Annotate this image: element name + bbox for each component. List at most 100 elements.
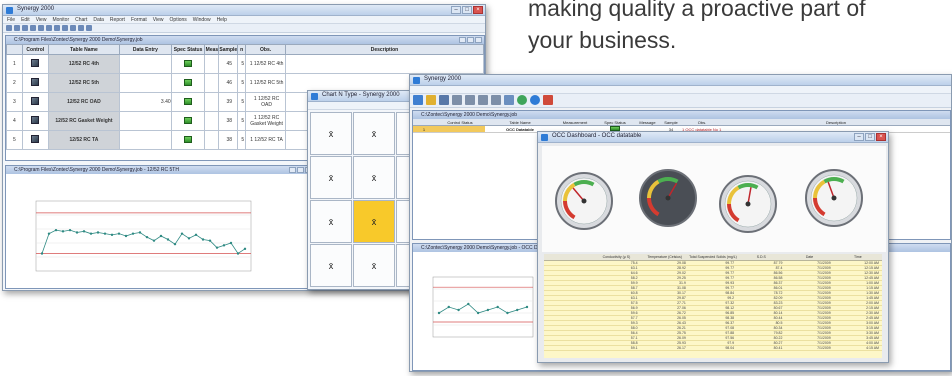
data-point[interactable] bbox=[47, 232, 51, 235]
data-point[interactable] bbox=[75, 231, 79, 234]
data-point[interactable] bbox=[194, 233, 198, 237]
chart-icon[interactable] bbox=[31, 59, 40, 67]
menu-item-3[interactable]: Monitor bbox=[52, 16, 69, 23]
data-point[interactable] bbox=[222, 244, 226, 247]
data-point[interactable] bbox=[506, 311, 509, 315]
menu-item-11[interactable]: Help bbox=[217, 16, 227, 23]
data-point[interactable] bbox=[437, 311, 441, 315]
data-col-header-1[interactable]: Conductivity (μ S) bbox=[592, 254, 640, 260]
help-icon[interactable] bbox=[86, 25, 92, 31]
paste-icon[interactable] bbox=[54, 25, 60, 31]
data-col-header-0[interactable] bbox=[544, 254, 592, 260]
data-entry[interactable] bbox=[119, 54, 172, 74]
maximize-button[interactable]: □ bbox=[462, 6, 472, 14]
r-info-icon[interactable] bbox=[530, 95, 540, 105]
r-next-icon[interactable] bbox=[478, 95, 488, 105]
data-row[interactable]: 59.1 26.17 98.04 80.41 7/1/2009 4:15 AM bbox=[544, 346, 882, 351]
data-col-header-4[interactable]: S.D.S bbox=[737, 254, 785, 260]
chart-icon[interactable] bbox=[31, 135, 40, 143]
data-point[interactable] bbox=[467, 302, 470, 306]
save-icon[interactable] bbox=[22, 25, 28, 31]
col-header-6[interactable]: Sample bbox=[218, 44, 239, 55]
chart-type-tile[interactable]: x̄ bbox=[353, 112, 395, 155]
data-point[interactable] bbox=[476, 311, 480, 315]
chart-icon[interactable] bbox=[31, 116, 40, 124]
menu-item-7[interactable]: Format bbox=[131, 16, 147, 23]
chart-min-button[interactable] bbox=[289, 167, 296, 173]
right-control-chart[interactable] bbox=[413, 253, 543, 371]
menu-item-6[interactable]: Report bbox=[110, 16, 125, 23]
menu-item-8[interactable]: View bbox=[153, 16, 164, 23]
data-col-header-6[interactable]: Time bbox=[834, 254, 882, 260]
data-point[interactable] bbox=[236, 252, 240, 255]
r-gauge-icon[interactable] bbox=[543, 95, 553, 105]
col-header-4[interactable]: Spec Status bbox=[170, 44, 206, 55]
new-icon[interactable] bbox=[6, 25, 12, 31]
chart-icon[interactable] bbox=[62, 25, 68, 31]
table-icon[interactable] bbox=[70, 25, 76, 31]
copy-icon[interactable] bbox=[46, 25, 52, 31]
control-chart[interactable] bbox=[6, 175, 314, 289]
menu-item-10[interactable]: Window bbox=[193, 16, 211, 23]
data-point[interactable] bbox=[229, 241, 233, 245]
chart-type-tile[interactable]: x̄ bbox=[310, 244, 352, 287]
data-entry[interactable] bbox=[119, 73, 172, 93]
data-point[interactable] bbox=[187, 237, 191, 240]
data-point[interactable] bbox=[215, 246, 219, 249]
chart-type-tile[interactable]: x̄ bbox=[353, 200, 395, 243]
data-point[interactable] bbox=[145, 235, 149, 239]
data-col-header-5[interactable]: Date bbox=[785, 254, 833, 260]
r-last-icon[interactable] bbox=[491, 95, 501, 105]
data-entry[interactable]: 3.40 bbox=[119, 92, 172, 112]
data-point[interactable] bbox=[496, 305, 499, 309]
data-point[interactable] bbox=[173, 242, 177, 246]
col-header-9[interactable]: Description bbox=[284, 44, 485, 55]
data-point[interactable] bbox=[457, 308, 460, 312]
col-header-0[interactable] bbox=[6, 44, 23, 55]
data-point[interactable] bbox=[516, 308, 519, 312]
chart-type-tile[interactable]: x̄ bbox=[310, 156, 352, 199]
data-point[interactable] bbox=[82, 230, 86, 233]
open-icon[interactable] bbox=[14, 25, 20, 31]
r-save-icon[interactable] bbox=[439, 95, 449, 105]
data-point[interactable] bbox=[447, 305, 450, 309]
data-point[interactable] bbox=[68, 228, 72, 232]
sub-min-button[interactable] bbox=[459, 37, 466, 43]
r-prev-icon[interactable] bbox=[465, 95, 475, 105]
menu-item-0[interactable]: File bbox=[7, 16, 15, 23]
cut-icon[interactable] bbox=[38, 25, 44, 31]
col-header-5[interactable]: Meas bbox=[204, 44, 220, 55]
data-point[interactable] bbox=[131, 232, 135, 235]
data-point[interactable] bbox=[525, 305, 529, 309]
menu-item-1[interactable]: Edit bbox=[21, 16, 30, 23]
r-chart-icon[interactable] bbox=[504, 95, 514, 105]
col-header-2[interactable]: Table Name bbox=[47, 44, 121, 55]
data-point[interactable] bbox=[54, 228, 58, 232]
data-point[interactable] bbox=[208, 239, 212, 242]
print-icon[interactable] bbox=[30, 25, 36, 31]
chart-type-tile[interactable]: x̄ bbox=[310, 200, 352, 243]
r-ok-icon[interactable] bbox=[517, 95, 527, 105]
r-open-icon[interactable] bbox=[426, 95, 436, 105]
menu-item-9[interactable]: Options bbox=[170, 16, 187, 23]
filter-icon[interactable] bbox=[78, 25, 84, 31]
data-point[interactable] bbox=[124, 234, 128, 238]
r-first-icon[interactable] bbox=[452, 95, 462, 105]
data-point[interactable] bbox=[180, 232, 184, 235]
data-entry[interactable] bbox=[119, 130, 172, 150]
sub-close-button[interactable] bbox=[475, 37, 482, 43]
dash-close-button[interactable]: × bbox=[876, 133, 886, 141]
table-row[interactable]: 1 12/52 RC 4th 45 5 1 12/52 RC 4th bbox=[6, 54, 485, 74]
data-point[interactable] bbox=[117, 232, 121, 235]
chart-type-tile[interactable]: x̄ bbox=[353, 244, 395, 287]
menu-item-5[interactable]: Data bbox=[93, 16, 104, 23]
data-point[interactable] bbox=[110, 233, 114, 237]
chart-icon[interactable] bbox=[31, 78, 40, 86]
data-point[interactable] bbox=[61, 230, 65, 233]
data-point[interactable] bbox=[166, 238, 170, 241]
col-header-3[interactable]: Data Entry bbox=[119, 44, 172, 55]
data-point[interactable] bbox=[486, 308, 490, 312]
data-point[interactable] bbox=[201, 238, 205, 241]
data-entry[interactable] bbox=[119, 111, 172, 131]
chart-type-tile[interactable]: x̄ bbox=[310, 112, 352, 155]
